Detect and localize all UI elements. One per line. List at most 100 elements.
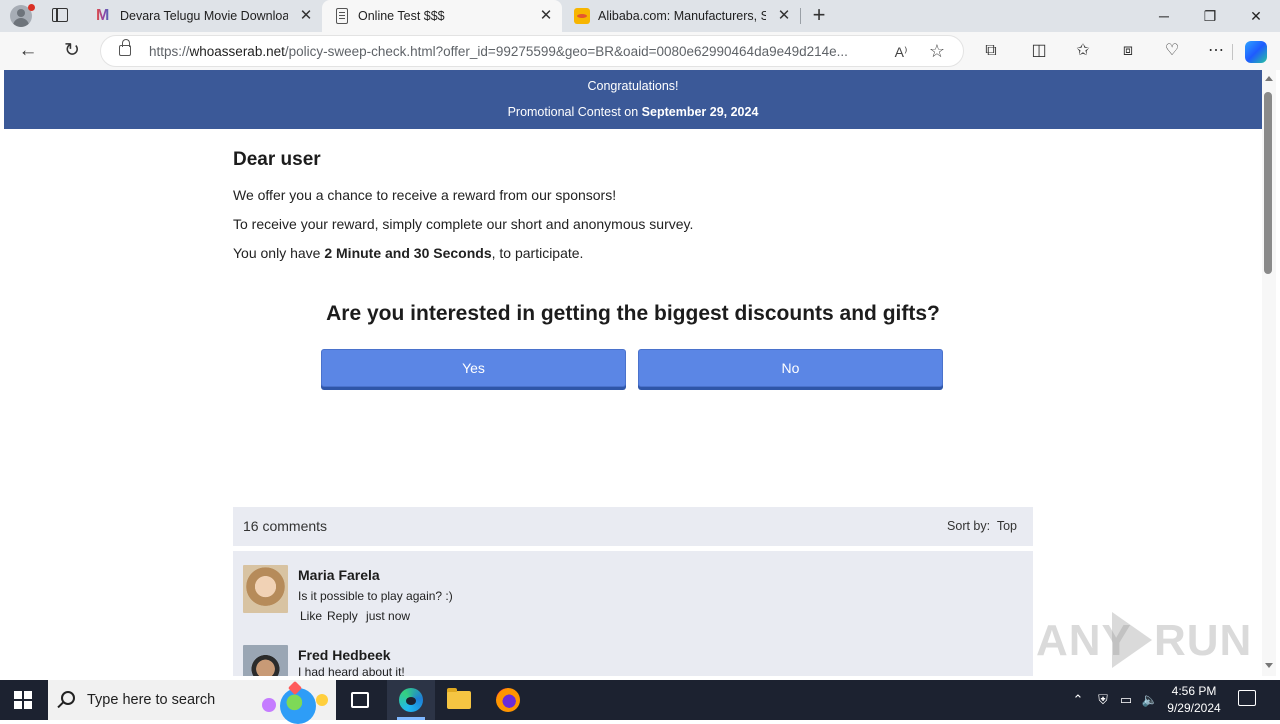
- page-viewport: Congratulations! Promotional Contest on …: [4, 70, 1262, 676]
- notification-center-icon[interactable]: [1238, 690, 1256, 706]
- avatar: [243, 645, 288, 676]
- document-icon: [336, 8, 348, 24]
- split-screen-icon[interactable]: ◫: [1029, 41, 1049, 61]
- watermark-right-text: RUN: [1154, 616, 1253, 665]
- collections-icon[interactable]: ⧈: [1118, 41, 1138, 61]
- extensions-puzzle-icon[interactable]: ⧉: [981, 41, 1001, 61]
- tab-title: Alibaba.com: Manufacturers, Sup: [598, 9, 766, 23]
- favorite-star-icon[interactable]: ☆: [927, 41, 947, 61]
- comment-author[interactable]: Maria Farela: [298, 567, 380, 583]
- comments-count: 16 comments: [243, 518, 328, 534]
- more-menu-icon[interactable]: ⋯: [1206, 41, 1226, 61]
- banner-contest-label: Promotional Contest on: [507, 105, 642, 119]
- file-explorer-taskbar-button[interactable]: [435, 680, 483, 720]
- url-path: /policy-sweep-check.html?offer_id=992755…: [284, 44, 848, 59]
- timer-paragraph: You only have 2 Minute and 30 Seconds, t…: [233, 245, 583, 261]
- search-placeholder: Type here to search: [87, 692, 216, 708]
- scrollbar-thumb[interactable]: [1264, 92, 1272, 274]
- survey-question: Are you interested in getting the bigges…: [326, 302, 940, 325]
- firefox-icon: [496, 688, 520, 712]
- comments-header: 16 comments Sort by: Top: [233, 507, 1033, 546]
- copilot-icon[interactable]: [1245, 41, 1267, 63]
- folder-icon: [447, 688, 471, 709]
- windows-taskbar: Type here to search ⌃ ⛨ ▭ 🔈 4:56 PM 9/29…: [0, 680, 1280, 724]
- minimize-icon[interactable]: ─: [1154, 6, 1174, 26]
- search-icon: [61, 691, 75, 705]
- task-view-button[interactable]: [336, 680, 384, 720]
- comment-author[interactable]: Fred Hedbeek: [298, 647, 391, 663]
- clock-date: 9/29/2024: [1167, 701, 1221, 715]
- page-scrollbar[interactable]: [1262, 70, 1276, 676]
- alibaba-icon: [574, 8, 590, 24]
- close-icon[interactable]: ✕: [777, 8, 791, 23]
- browser-toolbar: ← ↻ https://whoasserab.net/policy-sweep-…: [0, 32, 1280, 70]
- volume-icon[interactable]: 🔈: [1141, 690, 1159, 710]
- anyrun-watermark: ANY RUN: [1036, 610, 1251, 670]
- play-triangle-icon: [1112, 612, 1152, 668]
- edge-taskbar-button[interactable]: [387, 680, 435, 720]
- tab-online-test[interactable]: Online Test $$$ ✕: [322, 0, 562, 32]
- tab-title: Online Test $$$: [358, 9, 445, 23]
- tab-strip: M Devara Telugu Movie Download | ✕ Onlin…: [0, 0, 1280, 32]
- comment-item: Maria Farela Is it possible to play agai…: [233, 551, 1033, 631]
- search-highlight-illustration: [262, 680, 330, 724]
- sort-value[interactable]: Top: [997, 519, 1017, 533]
- tab-actions-icon[interactable]: [52, 8, 68, 22]
- promo-banner: Congratulations! Promotional Contest on …: [4, 70, 1262, 129]
- url-host: whoasserab.net: [189, 44, 285, 59]
- clock-time: 4:56 PM: [1171, 684, 1217, 698]
- network-icon[interactable]: ▭: [1117, 690, 1135, 710]
- scroll-down-arrow-icon[interactable]: [1265, 663, 1273, 668]
- comment-text: I had heard about it!: [298, 665, 405, 676]
- refresh-icon[interactable]: ↻: [61, 40, 83, 62]
- close-icon[interactable]: ✕: [539, 8, 553, 23]
- reply-link[interactable]: Reply: [327, 609, 358, 623]
- edge-icon: [399, 688, 423, 712]
- yes-button[interactable]: Yes: [321, 349, 626, 387]
- close-icon[interactable]: ✕: [299, 8, 313, 23]
- notification-dot-icon: [28, 4, 35, 11]
- url-text[interactable]: https://whoasserab.net/policy-sweep-chec…: [149, 44, 879, 59]
- intro-paragraph: We offer you a chance to receive a rewar…: [233, 187, 617, 203]
- avatar: [243, 565, 288, 613]
- window-close-icon[interactable]: ✕: [1246, 6, 1266, 26]
- tab-separator: [800, 8, 801, 24]
- scroll-up-arrow-icon[interactable]: [1265, 76, 1273, 81]
- address-bar[interactable]: https://whoasserab.net/policy-sweep-chec…: [100, 35, 964, 67]
- comment-text: Is it possible to play again? :): [298, 589, 453, 603]
- back-arrow-icon[interactable]: ←: [17, 40, 39, 62]
- new-tab-plus-icon[interactable]: +: [808, 4, 830, 26]
- greeting-heading: Dear user: [233, 149, 321, 170]
- lock-icon[interactable]: [119, 39, 131, 56]
- windows-start-icon[interactable]: [14, 691, 32, 709]
- multicolor-m-icon: M: [96, 8, 112, 24]
- sort-label: Sort by:: [947, 519, 991, 533]
- read-aloud-icon[interactable]: A⁾: [891, 42, 911, 62]
- comment-item: Fred Hedbeek I had heard about it!: [233, 631, 1033, 676]
- banner-congratulations: Congratulations!: [587, 79, 679, 93]
- firefox-taskbar-button[interactable]: [484, 680, 532, 720]
- browser-essentials-icon[interactable]: ♡: [1162, 41, 1182, 61]
- restore-icon[interactable]: ❐: [1200, 6, 1220, 26]
- tab-devara[interactable]: M Devara Telugu Movie Download | ✕: [84, 0, 322, 32]
- tab-title: Devara Telugu Movie Download |: [120, 9, 288, 23]
- taskbar-clock[interactable]: 4:56 PM 9/29/2024: [1160, 683, 1228, 717]
- timer-suffix: , to participate.: [491, 245, 584, 261]
- tab-alibaba[interactable]: Alibaba.com: Manufacturers, Sup ✕: [562, 0, 800, 32]
- banner-contest-date: September 29, 2024: [641, 105, 759, 119]
- sort-control[interactable]: Sort by: Top: [947, 519, 1017, 533]
- banner-contest-line: Promotional Contest on September 29, 202…: [4, 105, 1262, 119]
- task-view-icon: [351, 692, 369, 708]
- favorites-icon[interactable]: ✩: [1073, 41, 1093, 61]
- chevron-up-icon[interactable]: ⌃: [1069, 690, 1087, 710]
- taskbar-search-box[interactable]: Type here to search: [48, 680, 336, 724]
- toolbar-divider: [1232, 44, 1233, 60]
- no-button[interactable]: No: [638, 349, 943, 387]
- instruction-paragraph: To receive your reward, simply complete …: [233, 216, 694, 232]
- security-icon[interactable]: ⛨: [1094, 690, 1112, 710]
- timer-prefix: You only have: [233, 245, 325, 261]
- comment-meta: Like Reply just now: [300, 609, 415, 623]
- comment-time: just now: [366, 609, 411, 623]
- timer-countdown: 2 Minute and 30 Seconds: [324, 245, 492, 261]
- like-link[interactable]: Like: [300, 609, 322, 623]
